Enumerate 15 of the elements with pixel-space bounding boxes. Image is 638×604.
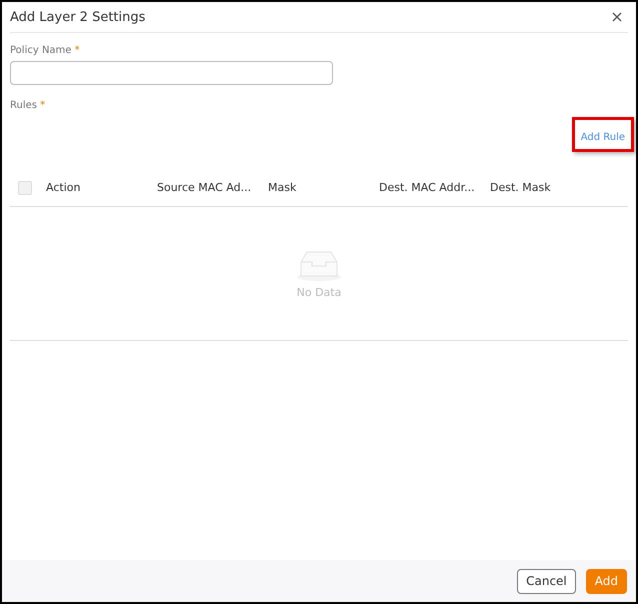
close-icon[interactable] [610, 10, 624, 24]
field-label: Rules * [10, 100, 46, 111]
add-button[interactable]: Add [586, 568, 627, 594]
policy-name-field[interactable] [10, 61, 333, 85]
field-label: Policy Name * [10, 45, 81, 56]
empty-text: No Data [296, 286, 342, 299]
column-header: Dest. Mask [490, 181, 552, 194]
cancel-button[interactable]: Cancel [517, 568, 576, 594]
column-header: Mask [268, 181, 298, 194]
add-rule-link[interactable]: Add Rule [580, 132, 625, 143]
column-header: Dest. MAC Addr... [379, 181, 476, 194]
column-header: Action [46, 181, 82, 194]
dialog-title: Add Layer 2 Settings [10, 10, 146, 24]
select-all-checkbox[interactable] [18, 180, 32, 194]
column-header: Source MAC Ad... [157, 181, 252, 194]
